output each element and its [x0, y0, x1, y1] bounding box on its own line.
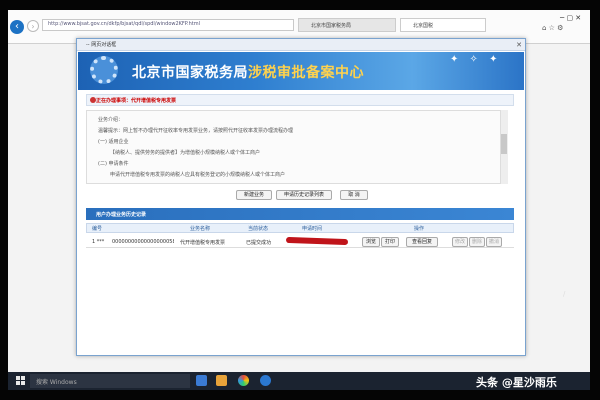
- row-code: 00000000000000000058589: [112, 239, 174, 245]
- row-status: 已提交成功: [246, 240, 272, 246]
- file-explorer-icon[interactable]: [196, 375, 207, 386]
- tab-bjsat[interactable]: 北京市国家税务局: [298, 18, 396, 32]
- column-header: 操作: [414, 226, 425, 232]
- browse-button[interactable]: 浏览: [362, 237, 380, 247]
- new-business-button[interactable]: 新建业务: [236, 190, 272, 200]
- notice-line: 【纳税人、提供劳务的提供者】为增值税小规模纳税人或个体工商户: [110, 150, 261, 156]
- scrollbar-thumb[interactable]: [501, 134, 507, 154]
- chrome-icon[interactable]: [238, 375, 249, 386]
- windows-start-icon[interactable]: [16, 376, 26, 386]
- back-arrow-icon[interactable]: ‹: [10, 20, 24, 34]
- gear-logo-icon: [90, 56, 118, 84]
- screen-glare: /: [563, 290, 566, 298]
- notice-line: 温馨提示：网上暂不办理代开征收率专用发票业务，请按照代开征收率发票办理流程办理: [98, 128, 294, 134]
- forward-arrow-icon[interactable]: ›: [27, 20, 39, 32]
- taskbar-search-placeholder[interactable]: 搜索 Windows: [36, 377, 77, 386]
- cancel-button[interactable]: 取 消: [340, 190, 368, 200]
- column-header: 当前状态: [248, 226, 269, 232]
- current-task-heading: 正在办理事项：代开增值税专用发票: [96, 98, 177, 104]
- close-icon[interactable]: ✕: [514, 40, 524, 50]
- print-button[interactable]: 打印: [381, 237, 399, 247]
- row-number: 1 ***: [92, 239, 105, 245]
- banner-highlight: 涉税审批备案中心: [248, 65, 364, 81]
- address-text[interactable]: http://www.bjsat.gov.cn/dkfp/bjsat/qdl/s…: [48, 21, 268, 29]
- column-header: 业务名称: [190, 226, 211, 232]
- notice-line: (一) 适用企业: [98, 139, 129, 145]
- tab-label: 北京市国家税务局: [311, 23, 352, 29]
- notice-line: (二) 申请条件: [98, 161, 129, 167]
- row-business-name: 代开增值税专用发票: [180, 240, 226, 246]
- history-list-button[interactable]: 申请历史记录列表: [276, 190, 332, 200]
- banner-prefix: 北京市国家税务局: [132, 65, 248, 81]
- window-controls[interactable]: ─ ▢ ✕: [560, 14, 588, 24]
- sparkle-decoration: ✦ ✧ ✦: [450, 54, 502, 65]
- dialog-title: -- 网页对话框: [86, 42, 117, 48]
- watermark: 头条 @星沙雨乐: [476, 376, 557, 389]
- notice-line: 申请代开增值税专用发票的纳税人应具有税务登记的小规模纳税人或个体工商户: [110, 172, 286, 178]
- tab-label: 北京国税: [413, 23, 434, 29]
- browser-icons[interactable]: ⌂ ☆ ⚙: [542, 24, 586, 34]
- view-reply-button[interactable]: 查看回复: [406, 237, 438, 247]
- table-header: [86, 223, 514, 233]
- column-header: 编号: [92, 226, 103, 232]
- delete-button[interactable]: 删除: [469, 237, 485, 247]
- notice-line: 业务介绍：: [98, 117, 124, 123]
- store-icon[interactable]: [216, 375, 227, 386]
- modify-button[interactable]: 修改: [452, 237, 468, 247]
- ie-icon[interactable]: [260, 375, 271, 386]
- history-heading: 用户办理业务历史记录: [96, 212, 147, 218]
- column-header: 申请时间: [302, 226, 323, 232]
- history-header-bar: [86, 208, 514, 220]
- dialog-titlebar: [77, 39, 525, 51]
- tab-bjgs[interactable]: 北京国税: [400, 18, 486, 32]
- banner-title: 北京市国家税务局涉税审批备案中心: [132, 62, 364, 82]
- revoke-button[interactable]: 撤消: [486, 237, 502, 247]
